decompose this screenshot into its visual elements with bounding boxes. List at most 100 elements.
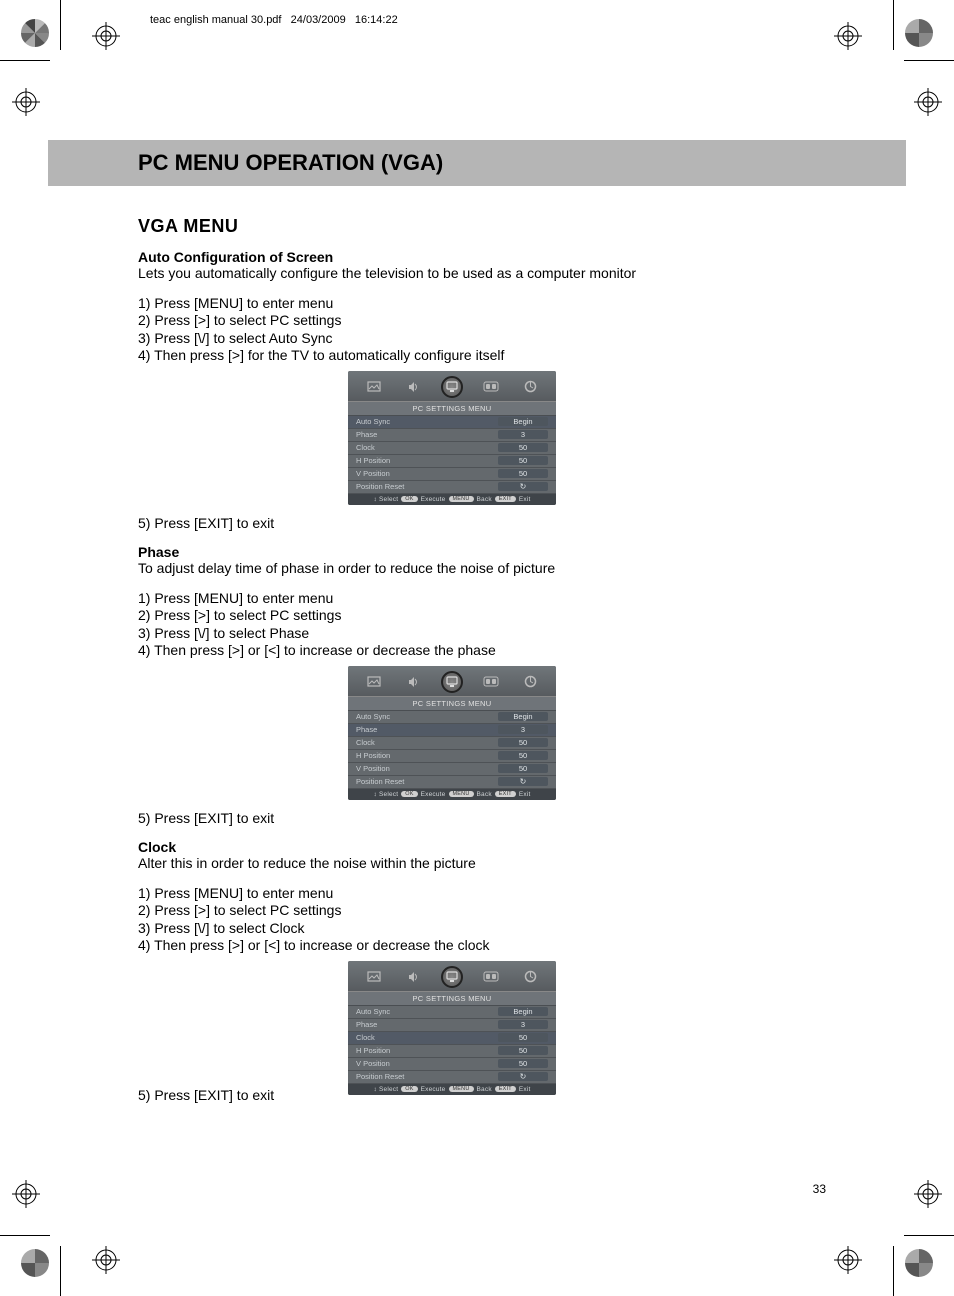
color-calibration-icon (20, 18, 50, 48)
sound-tab-icon (402, 671, 424, 693)
step-list: 1) Press [MENU] to enter menu 2) Press [… (138, 590, 808, 660)
osd-footer: ↕ Select OK Execute MENU Back EXIT Exit (348, 494, 556, 505)
step-item: 2) Press [>] to select PC settings (138, 312, 808, 330)
subsection-description: Lets you automatically configure the tel… (138, 265, 808, 283)
osd-row-label: V Position (356, 764, 390, 773)
step-item: 3) Press [\/] to select Clock (138, 920, 808, 938)
settings-tab-icon (519, 376, 541, 398)
step-exit: 5) Press [EXIT] to exit (138, 515, 808, 533)
osd-row: H Position50 (348, 750, 556, 763)
osd-menu-title: PC SETTINGS MENU (348, 401, 556, 416)
osd-row: Auto Sync Begin (348, 711, 556, 724)
osd-row-value: 50 (498, 764, 548, 773)
osd-row: V Position 50 (348, 1058, 556, 1071)
cc-tab-icon (480, 376, 502, 398)
refresh-icon: ↻ (520, 777, 527, 786)
sound-tab-icon (402, 966, 424, 988)
step-item: 3) Press [\/] to select Phase (138, 625, 808, 643)
color-calibration-icon (904, 1248, 934, 1278)
osd-row-value: ↻ (498, 777, 548, 786)
osd-menu-title: PC SETTINGS MENU (348, 991, 556, 1006)
osd-row: Clock 50 (348, 442, 556, 455)
osd-row: V Position 50 (348, 763, 556, 776)
osd-row: V Position50 (348, 468, 556, 481)
subsection-heading: Clock (138, 839, 808, 855)
osd-row-label: H Position (356, 751, 390, 760)
osd-row: Phase3 (348, 429, 556, 442)
step-item: 2) Press [>] to select PC settings (138, 902, 808, 920)
subsection-heading: Phase (138, 544, 808, 560)
settings-tab-icon (519, 671, 541, 693)
registration-mark-icon (914, 88, 942, 116)
osd-row-label: Position Reset (356, 777, 404, 786)
page-number: 33 (813, 1182, 826, 1196)
osd-row-value: ↻ (498, 1072, 548, 1081)
step-item: 4) Then press [>] or [<] to increase or … (138, 642, 808, 660)
osd-screenshot: PC SETTINGS MENUAuto Sync Begin Phase 3 Cloc… (348, 666, 556, 800)
registration-mark-icon (12, 1180, 40, 1208)
pc-tab-icon (441, 671, 463, 693)
registration-mark-icon (12, 88, 40, 116)
cc-tab-icon (480, 671, 502, 693)
osd-menu-title: PC SETTINGS MENU (348, 696, 556, 711)
pc-tab-icon (441, 966, 463, 988)
osd-row-label: Clock (356, 738, 375, 747)
osd-row-label: Auto Sync (356, 1007, 390, 1016)
osd-row: H Position50 (348, 455, 556, 468)
osd-row: Position Reset ↻ (348, 1071, 556, 1084)
osd-row-value: 50 (498, 738, 548, 747)
osd-row-label: H Position (356, 456, 390, 465)
osd-screenshot: PC SETTINGS MENUAuto SyncBeginPhase3Cloc… (348, 961, 556, 1095)
refresh-icon: ↻ (520, 482, 527, 491)
osd-row: Auto SyncBegin (348, 416, 556, 429)
step-item: 4) Then press [>] for the TV to automati… (138, 347, 808, 365)
registration-mark-icon (92, 1246, 120, 1274)
osd-row-value: Begin (498, 712, 548, 721)
osd-footer: ↕ Select OK Execute MENU Back EXIT Exit (348, 789, 556, 800)
step-exit: 5) Press [EXIT] to exit (138, 810, 808, 828)
osd-row-label: Auto Sync (356, 712, 390, 721)
pdf-date: 24/03/2009 (291, 14, 346, 26)
pdf-time: 16:14:22 (355, 14, 398, 26)
osd-row: Clock 50 (348, 1032, 556, 1045)
osd-row: Phase 3 (348, 724, 556, 737)
registration-mark-icon (834, 22, 862, 50)
sound-tab-icon (402, 376, 424, 398)
step-item: 4) Then press [>] or [<] to increase or … (138, 937, 808, 955)
pdf-header-info: teac english manual 30.pdf 24/03/2009 16… (150, 14, 398, 26)
osd-row-label: Position Reset (356, 482, 404, 491)
pc-tab-icon (441, 376, 463, 398)
step-list: 1) Press [MENU] to enter menu 2) Press [… (138, 295, 808, 365)
settings-tab-icon (519, 966, 541, 988)
osd-row-label: Phase (356, 430, 377, 439)
osd-row-value: Begin (498, 1007, 548, 1016)
osd-row-value: 50 (498, 1046, 548, 1055)
picture-tab-icon (363, 966, 385, 988)
step-item: 1) Press [MENU] to enter menu (138, 885, 808, 903)
osd-row: Position Reset ↻ (348, 481, 556, 494)
osd-row-value: 50 (498, 1033, 548, 1042)
osd-screenshot: PC SETTINGS MENUAuto SyncBeginPhase3Cloc… (348, 371, 556, 505)
osd-row-label: Position Reset (356, 1072, 404, 1081)
osd-row-label: V Position (356, 1059, 390, 1068)
osd-row-label: Clock (356, 443, 375, 452)
pdf-filename: teac english manual 30.pdf (150, 14, 281, 26)
color-calibration-icon (20, 1248, 50, 1278)
osd-row-value: 50 (498, 443, 548, 452)
registration-mark-icon (92, 22, 120, 50)
osd-row: H Position50 (348, 1045, 556, 1058)
osd-row-label: Phase (356, 725, 377, 734)
step-list: 1) Press [MENU] to enter menu 2) Press [… (138, 885, 808, 955)
osd-row-label: Clock (356, 1033, 375, 1042)
registration-mark-icon (834, 1246, 862, 1274)
step-item: 2) Press [>] to select PC settings (138, 607, 808, 625)
subsection-description: Alter this in order to reduce the noise … (138, 855, 808, 873)
osd-row-value: ↻ (498, 482, 548, 491)
step-item: 3) Press [\/] to select Auto Sync (138, 330, 808, 348)
cc-tab-icon (480, 966, 502, 988)
picture-tab-icon (363, 671, 385, 693)
osd-row-label: Phase (356, 1020, 377, 1029)
step-item: 1) Press [MENU] to enter menu (138, 295, 808, 313)
osd-row-value: 50 (498, 1059, 548, 1068)
osd-row-value: 3 (498, 725, 548, 734)
